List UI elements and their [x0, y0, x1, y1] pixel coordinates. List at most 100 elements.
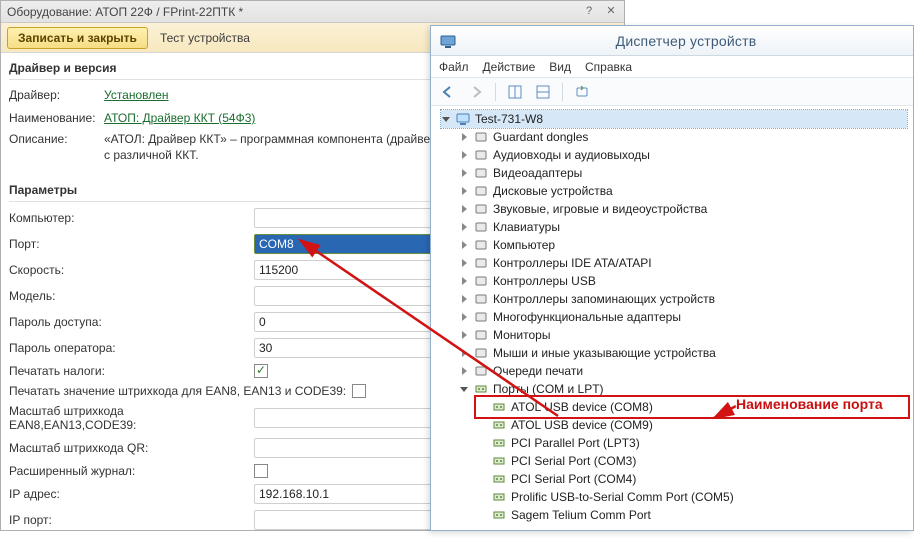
expand-icon[interactable]: [459, 132, 469, 142]
tree-category[interactable]: Мыши и иные указывающие устройства: [459, 344, 907, 362]
device-category-icon: [473, 273, 489, 289]
port-icon: [491, 417, 507, 433]
tree-category-label: Порты (COM и LPT): [493, 382, 604, 396]
window-title: Оборудование: АТОП 22Ф / FPrint-22ПТК *: [7, 5, 243, 19]
oper-pw-label: Пароль оператора:: [9, 341, 254, 355]
dm-title: Диспетчер устройств: [467, 33, 905, 49]
device-category-icon: [473, 309, 489, 325]
ext-journal-label: Расширенный журнал:: [9, 464, 254, 478]
tree-category-label: Контроллеры IDE ATA/ATAPI: [493, 256, 652, 270]
tree-port-item[interactable]: Prolific USB-to-Serial Comm Port (COM5): [477, 488, 907, 506]
port-icon: [491, 435, 507, 451]
tree-port-label: PCI Serial Port (COM3): [511, 454, 636, 468]
expand-icon[interactable]: [459, 366, 469, 376]
tree-category[interactable]: Контроллеры IDE ATA/ATAPI: [459, 254, 907, 272]
tree-port-item[interactable]: PCI Serial Port (COM3): [477, 452, 907, 470]
device-test-button[interactable]: Тест устройства: [152, 28, 258, 48]
tree-category[interactable]: Видеоадаптеры: [459, 164, 907, 182]
expand-icon[interactable]: [459, 168, 469, 178]
expand-icon[interactable]: [459, 222, 469, 232]
device-category-icon: [473, 219, 489, 235]
tree-category[interactable]: Клавиатуры: [459, 218, 907, 236]
tree-category-label: Клавиатуры: [493, 220, 560, 234]
expand-icon[interactable]: [459, 276, 469, 286]
scale-qr-label: Масштаб штрихкода QR:: [9, 441, 254, 455]
driver-label: Драйвер:: [9, 88, 104, 102]
expand-icon[interactable]: [459, 384, 469, 394]
device-category-icon: [473, 363, 489, 379]
tree-category[interactable]: Дисковые устройства: [459, 182, 907, 200]
expand-icon[interactable]: [459, 294, 469, 304]
tree-category[interactable]: Компьютер: [459, 236, 907, 254]
tree-category[interactable]: Многофункциональные адаптеры: [459, 308, 907, 326]
speed-label: Скорость:: [9, 263, 254, 277]
tree-category-label: Компьютер: [493, 238, 555, 252]
tree-port-label: Sagem Telium Comm Port: [511, 508, 651, 522]
computer-label: Компьютер:: [9, 211, 254, 225]
print-barcode-checkbox[interactable]: [352, 384, 366, 398]
device-manager-icon: [439, 32, 457, 50]
annotation-port-name: Наименование порта: [736, 396, 883, 412]
forward-icon[interactable]: [465, 81, 487, 103]
menu-action[interactable]: Действие: [483, 60, 536, 74]
tree-category-label: Мониторы: [493, 328, 550, 342]
tree-category-label: Контроллеры запоминающих устройств: [493, 292, 715, 306]
tree-category[interactable]: Звуковые, игровые и видеоустройства: [459, 200, 907, 218]
grid2-icon[interactable]: [532, 81, 554, 103]
back-icon[interactable]: [437, 81, 459, 103]
tree-port-item[interactable]: PCI Parallel Port (LPT3): [477, 434, 907, 452]
tree-category-label: Дисковые устройства: [493, 184, 613, 198]
tree-category[interactable]: Аудиовходы и аудиовыходы: [459, 146, 907, 164]
tree-category[interactable]: Мониторы: [459, 326, 907, 344]
expand-icon[interactable]: [459, 150, 469, 160]
access-pw-label: Пароль доступа:: [9, 315, 254, 329]
print-tax-checkbox[interactable]: [254, 364, 268, 378]
expand-icon[interactable]: [459, 258, 469, 268]
tree-port-item[interactable]: ATOL USB device (COM9): [477, 416, 907, 434]
save-and-close-button[interactable]: Записать и закрыть: [7, 27, 148, 49]
grid1-icon[interactable]: [504, 81, 526, 103]
expand-icon[interactable]: [459, 204, 469, 214]
tree-category[interactable]: Контроллеры USB: [459, 272, 907, 290]
dm-titlebar: Диспетчер устройств: [431, 26, 913, 56]
expand-icon[interactable]: [459, 186, 469, 196]
device-category-icon: [473, 237, 489, 253]
name-label: Наименование:: [9, 111, 104, 125]
ext-journal-checkbox[interactable]: [254, 464, 268, 478]
tree-port-item[interactable]: PCI Serial Port (COM4): [477, 470, 907, 488]
model-label: Модель:: [9, 289, 254, 303]
help-icon[interactable]: ?: [582, 5, 596, 19]
menu-help[interactable]: Справка: [585, 60, 632, 74]
tree-category[interactable]: Очереди печати: [459, 362, 907, 380]
expand-icon[interactable]: [459, 312, 469, 322]
port-icon: [491, 399, 507, 415]
expand-icon[interactable]: [441, 114, 451, 124]
dm-menubar: Файл Действие Вид Справка: [431, 56, 913, 78]
expand-icon[interactable]: [459, 330, 469, 340]
scale-ean-label: Масштаб штрихкода EAN8,EAN13,CODE39:: [9, 404, 254, 432]
tree-port-item[interactable]: Sagem Telium Comm Port: [477, 506, 907, 524]
tree-port-label: PCI Serial Port (COM4): [511, 472, 636, 486]
print-tax-label: Печатать налоги:: [9, 364, 254, 378]
tree-port-label: Prolific USB-to-Serial Comm Port (COM5): [511, 490, 734, 504]
expand-icon[interactable]: [459, 348, 469, 358]
tree-root-node[interactable]: Test-731-W8: [441, 110, 907, 128]
tree-category[interactable]: Контроллеры запоминающих устройств: [459, 290, 907, 308]
port-icon: [491, 471, 507, 487]
tree-category-label: Guardant dongles: [493, 130, 588, 144]
device-category-icon: [473, 345, 489, 361]
device-category-icon: [473, 327, 489, 343]
driver-value[interactable]: Установлен: [104, 87, 482, 103]
expand-icon[interactable]: [459, 240, 469, 250]
refresh-icon[interactable]: [571, 81, 593, 103]
ip-addr-label: IP адрес:: [9, 487, 254, 501]
tree-category[interactable]: Guardant dongles: [459, 128, 907, 146]
tree-category-label: Видеоадаптеры: [493, 166, 582, 180]
close-icon[interactable]: ✕: [604, 5, 618, 19]
device-category-icon: [473, 255, 489, 271]
menu-file[interactable]: Файл: [439, 60, 469, 74]
menu-view[interactable]: Вид: [549, 60, 571, 74]
device-tree[interactable]: Test-731-W8 Guardant dongles Аудиовходы и…: [431, 106, 913, 528]
titlebar: Оборудование: АТОП 22Ф / FPrint-22ПТК * …: [1, 1, 624, 23]
tree-port-label: ATOL USB device (COM9): [511, 418, 653, 432]
